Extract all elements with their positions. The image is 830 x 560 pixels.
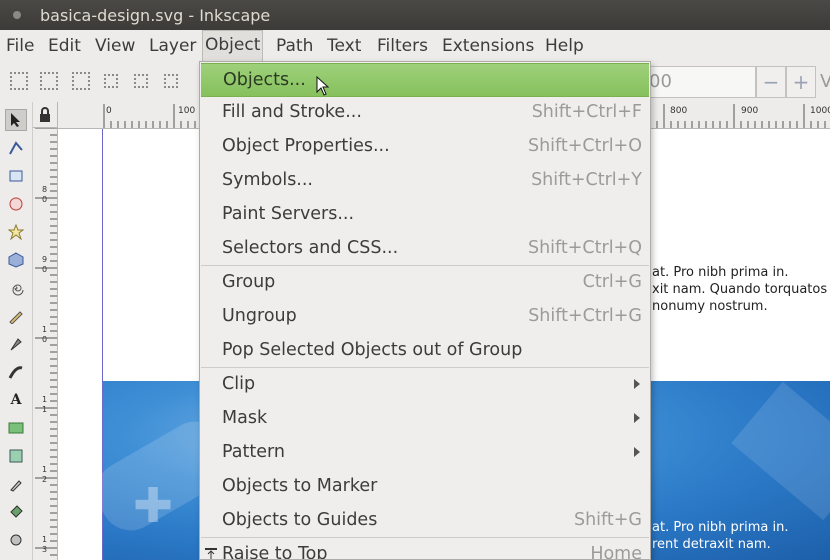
submenu-arrow-icon <box>634 447 640 457</box>
svg-text:8: 8 <box>42 185 47 194</box>
canvas-text-line: at. Pro nibh prima in. <box>652 520 789 535</box>
menu-item-symbols[interactable]: Symbols... Shift+Ctrl+Y <box>200 164 650 198</box>
x-coordinate-input[interactable]: 00 <box>640 66 756 98</box>
3d-box-tool-icon[interactable] <box>6 250 26 270</box>
submenu-arrow-icon <box>634 413 640 423</box>
window-menu-dot[interactable] <box>13 11 21 19</box>
menu-item-object-properties[interactable]: Object Properties... Shift+Ctrl+O <box>200 130 650 164</box>
menu-item-objects-to-marker[interactable]: Objects to Marker <box>200 470 650 504</box>
window-titlebar: basica-design.svg - Inkscape <box>0 0 830 30</box>
menu-edit[interactable]: Edit <box>46 30 83 62</box>
svg-text:1: 1 <box>42 465 47 474</box>
menu-help[interactable]: Help <box>543 30 586 62</box>
menu-item-mask[interactable]: Mask <box>200 402 650 436</box>
guide-lock-icon[interactable] <box>33 102 58 128</box>
svg-text:2: 2 <box>42 475 47 484</box>
object-dropdown-menu: Objects... Fill and Stroke... Shift+Ctrl+… <box>199 61 651 560</box>
menu-item-raise-to-top[interactable]: Raise to Top Home <box>200 538 650 559</box>
pen-tool-icon[interactable] <box>6 334 26 354</box>
svg-text:1: 1 <box>42 405 47 414</box>
calligraphy-tool-icon[interactable] <box>6 362 26 382</box>
menu-object[interactable]: Object <box>202 30 264 61</box>
mesh-tool-icon[interactable] <box>6 446 26 466</box>
text-tool-icon[interactable]: A <box>6 390 26 410</box>
svg-text:0: 0 <box>42 195 47 204</box>
star-tool-icon[interactable] <box>6 222 26 242</box>
menu-item-selectors-and-css[interactable]: Selectors and CSS... Shift+Ctrl+Q <box>200 232 650 266</box>
menu-path[interactable]: Path <box>274 30 315 62</box>
menu-item-pop-out-of-group[interactable]: Pop Selected Objects out of Group <box>200 334 650 368</box>
menu-item-objects-to-guides[interactable]: Objects to Guides Shift+G <box>200 504 650 538</box>
ruler-label-1000: 1000 <box>810 106 830 116</box>
select-all-layers-icon[interactable] <box>40 72 58 90</box>
spiral-tool-icon[interactable] <box>6 278 26 298</box>
svg-text:0: 0 <box>42 265 47 274</box>
svg-text:3: 3 <box>42 545 47 554</box>
submenu-arrow-icon <box>634 379 640 389</box>
deselect-icon[interactable] <box>72 72 90 90</box>
menu-view[interactable]: View <box>93 30 137 62</box>
decrement-button[interactable]: − <box>756 66 786 98</box>
canvas-text-line: nonumy nostrum. <box>652 299 768 314</box>
menu-item-fill-and-stroke[interactable]: Fill and Stroke... Shift+Ctrl+F <box>200 96 650 130</box>
gradient-tool-icon[interactable] <box>6 418 26 438</box>
node-tool-icon[interactable] <box>6 138 26 158</box>
raise-to-top-icon <box>204 546 218 559</box>
menu-item-paint-servers[interactable]: Paint Servers... <box>200 198 650 232</box>
window-title: basica-design.svg - Inkscape <box>40 6 271 25</box>
flip-horizontal-icon[interactable] <box>164 74 178 88</box>
paint-bucket-tool-icon[interactable] <box>6 502 26 522</box>
ruler-label-100: 100 <box>178 106 195 116</box>
canvas-text-line: xit nam. Quando torquatos <box>652 282 828 297</box>
rotate-ccw-icon[interactable] <box>104 74 118 88</box>
vertical-ruler[interactable]: 8 0 9 0 1 0 1 1 1 2 1 3 <box>33 128 58 560</box>
rectangle-tool-icon[interactable] <box>6 166 26 186</box>
y-label: V <box>820 71 830 92</box>
menu-extensions[interactable]: Extensions <box>440 30 536 62</box>
menubar: File Edit View Layer Object Path Text Fi… <box>0 30 830 63</box>
menu-item-pattern[interactable]: Pattern <box>200 436 650 470</box>
dropper-tool-icon[interactable] <box>6 474 26 494</box>
menu-layer[interactable]: Layer <box>147 30 198 62</box>
increment-button[interactable]: + <box>786 66 816 98</box>
ruler-label-900: 900 <box>741 106 758 116</box>
canvas-text-line: at. Pro nibh prima in. <box>652 265 789 280</box>
selector-tool-icon[interactable] <box>5 109 27 131</box>
ruler-label-800: 800 <box>670 106 687 116</box>
menu-text[interactable]: Text <box>325 30 363 62</box>
select-all-icon[interactable] <box>10 72 28 90</box>
svg-text:9: 9 <box>42 255 47 264</box>
svg-text:1: 1 <box>42 395 47 404</box>
tweak-tool-icon[interactable] <box>6 530 26 550</box>
menu-item-ungroup[interactable]: Ungroup Shift+Ctrl+G <box>200 300 650 334</box>
rotate-cw-icon[interactable] <box>134 74 148 88</box>
svg-text:1: 1 <box>42 325 47 334</box>
ellipse-tool-icon[interactable] <box>6 194 26 214</box>
pencil-tool-icon[interactable] <box>6 306 26 326</box>
menu-filters[interactable]: Filters <box>375 30 430 62</box>
mouse-pointer-icon <box>316 75 330 100</box>
menu-item-objects[interactable]: Objects... <box>201 63 649 97</box>
menu-item-group[interactable]: Group Ctrl+G <box>200 266 650 300</box>
ruler-label-0: 0 <box>106 106 112 116</box>
canvas-text-line: rent detraxit nam. <box>652 537 771 552</box>
svg-text:1: 1 <box>42 535 47 544</box>
menu-item-clip[interactable]: Clip <box>200 368 650 402</box>
menu-file[interactable]: File <box>4 30 36 62</box>
toolbox: A <box>0 102 33 560</box>
svg-text:0: 0 <box>42 335 47 344</box>
